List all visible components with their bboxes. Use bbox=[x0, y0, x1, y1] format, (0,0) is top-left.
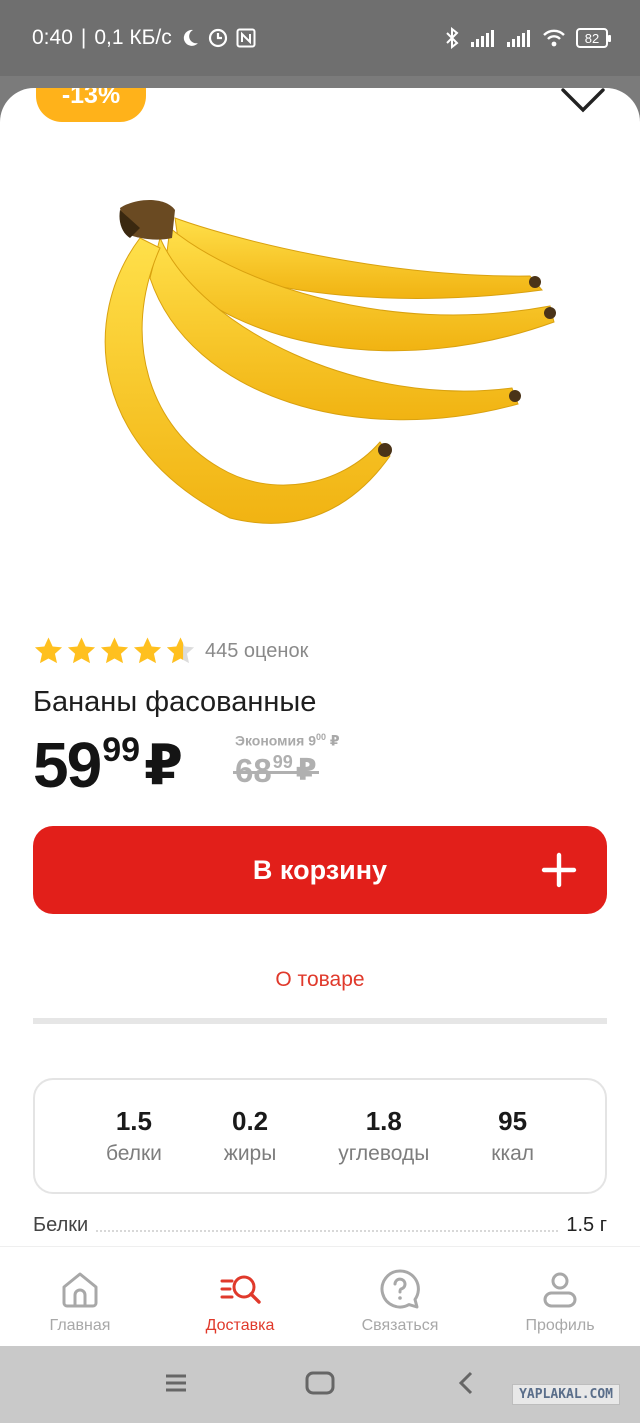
nutrition-value: 0.2 bbox=[231, 1106, 269, 1136]
menu-icon[interactable] bbox=[164, 1371, 188, 1395]
star-icon bbox=[100, 637, 129, 664]
nutrition-label: углеводы bbox=[338, 1142, 430, 1165]
add-to-cart-label: В корзину bbox=[252, 854, 388, 885]
moon-icon bbox=[183, 29, 198, 46]
watermark: YAPLAKAL.COM bbox=[512, 1384, 620, 1405]
signal-icon-2 bbox=[507, 30, 530, 47]
nutrition-label: жиры bbox=[223, 1142, 277, 1165]
bottom-navigation: Главная Доставка Связаться Профиль bbox=[0, 1246, 640, 1346]
nfc-icon bbox=[236, 28, 256, 48]
nutrition-carbs: 1.8 углеводы bbox=[338, 1106, 429, 1166]
bluetooth-icon bbox=[446, 27, 459, 49]
tab-about-product[interactable]: О товаре bbox=[33, 968, 607, 992]
detail-row-protein: Белки 1.5 г bbox=[33, 1214, 607, 1237]
profile-icon bbox=[543, 1272, 577, 1308]
delivery-search-icon bbox=[220, 1275, 261, 1304]
old-price-strikethrough bbox=[233, 771, 319, 774]
savings-integer: 9 bbox=[308, 732, 316, 749]
price-fraction: 99 bbox=[102, 731, 141, 769]
savings-fraction: 00 bbox=[315, 732, 326, 742]
tab-underline bbox=[33, 1018, 607, 1024]
collapse-button[interactable] bbox=[560, 88, 606, 118]
nutrition-value: 95 bbox=[498, 1106, 528, 1136]
nav-label: Профиль bbox=[525, 1317, 595, 1334]
savings-label: Экономия 900 ₽ bbox=[235, 732, 340, 750]
star-half-icon bbox=[166, 637, 195, 664]
status-separator: | bbox=[80, 26, 87, 49]
back-icon[interactable] bbox=[458, 1371, 474, 1395]
nav-item-contact[interactable]: Связаться bbox=[320, 1247, 480, 1346]
star-icon bbox=[34, 637, 63, 664]
wifi-icon bbox=[543, 29, 565, 47]
detail-leader-dots bbox=[96, 1230, 559, 1232]
product-title: Бананы фасованные bbox=[33, 686, 317, 718]
price-integer: 59 bbox=[33, 729, 102, 801]
nutrition-label: белки bbox=[105, 1142, 162, 1165]
star-icon bbox=[67, 637, 96, 664]
price-row: 59 99 ₽ Экономия 900 ₽ 68 99 ₽ bbox=[33, 730, 613, 810]
rating-stars bbox=[33, 636, 196, 666]
home-button-icon[interactable] bbox=[305, 1371, 335, 1395]
status-time: 0:40 bbox=[32, 26, 73, 49]
nav-item-profile[interactable]: Профиль bbox=[480, 1247, 640, 1346]
detail-label: Белки bbox=[33, 1214, 89, 1236]
nav-label: Доставка bbox=[205, 1317, 275, 1334]
status-bar: 0:40 | 0,1 КБ/с 82 bbox=[0, 0, 640, 76]
nutrition-label: ккал bbox=[491, 1142, 535, 1165]
nutrition-fat: 0.2 жиры bbox=[224, 1106, 277, 1166]
status-network-speed: 0,1 КБ/с bbox=[94, 26, 172, 49]
nutrition-value: 1.8 bbox=[365, 1106, 402, 1136]
discount-badge: -13% bbox=[36, 88, 146, 122]
nav-item-delivery[interactable]: Доставка bbox=[160, 1247, 320, 1346]
rating-count: 445 оценок bbox=[205, 639, 309, 662]
current-price: 59 99 ₽ bbox=[33, 730, 183, 800]
nutrition-card: 1.5 белки 0.2 жиры 1.8 углеводы 95 ккал bbox=[33, 1078, 607, 1194]
old-price: 68 99 ₽ bbox=[233, 750, 319, 792]
chevron-down-icon bbox=[561, 88, 605, 113]
rating[interactable]: 445 оценок bbox=[33, 636, 308, 666]
detail-value: 1.5 г bbox=[566, 1214, 607, 1236]
nutrition-protein: 1.5 белки bbox=[106, 1106, 162, 1166]
plus-icon bbox=[541, 852, 577, 888]
discount-badge-text: -13% bbox=[61, 88, 121, 109]
add-to-cart-button[interactable]: В корзину bbox=[33, 826, 607, 914]
nav-item-home[interactable]: Главная bbox=[0, 1247, 160, 1346]
product-image bbox=[104, 200, 556, 524]
signal-icon bbox=[471, 30, 494, 47]
savings-currency: ₽ bbox=[329, 732, 340, 749]
price-currency: ₽ bbox=[144, 733, 183, 796]
savings-text: Экономия bbox=[235, 732, 305, 749]
nutrition-value: 1.5 bbox=[115, 1106, 152, 1136]
alarm-icon bbox=[208, 28, 227, 48]
help-chat-icon bbox=[380, 1269, 420, 1309]
home-icon bbox=[62, 1272, 98, 1308]
product-sheet: -13% 445 оценок Бананы фасованные 59 99 … bbox=[0, 88, 640, 1246]
battery-indicator: 82 bbox=[576, 28, 611, 48]
nutrition-kcal: 95 ккал bbox=[491, 1106, 534, 1166]
nav-label: Связаться bbox=[361, 1317, 439, 1334]
star-icon bbox=[133, 637, 162, 664]
battery-level: 82 bbox=[584, 30, 600, 46]
nav-label: Главная bbox=[49, 1317, 111, 1334]
